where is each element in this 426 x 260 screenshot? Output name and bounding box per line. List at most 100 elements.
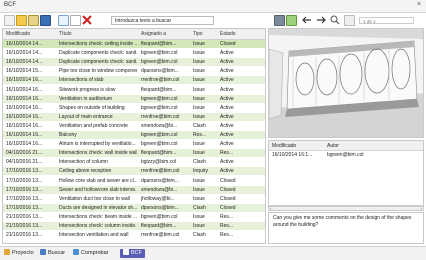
tab-comprobar[interactable]: Comprobar xyxy=(73,249,109,258)
add-viewpoint-icon[interactable] xyxy=(286,15,297,26)
save-icon[interactable] xyxy=(40,15,51,26)
window-title: BCF xyxy=(4,2,16,8)
arrow-right-icon[interactable] xyxy=(316,16,326,24)
table-row[interactable]: 04/10/2016 21... Intersection of column bg… xyxy=(3,158,265,166)
table-row[interactable]: 16/10/2014 16... Sitework progress is slo… xyxy=(3,86,265,94)
cell-title: Intersection ventilation and wall xyxy=(59,232,129,239)
table-row[interactable]: 17/10/2016 13... Ceiling above reception r… xyxy=(3,167,265,176)
column-header-modified[interactable]: Modificado xyxy=(6,31,30,37)
cell-type: Clash xyxy=(193,204,206,211)
cell-title: Ventilation in auditorium xyxy=(59,95,113,102)
cell-modified: 16/10/2014 16... xyxy=(6,104,43,111)
cell-modified: 17/10/2016 13... xyxy=(6,186,43,193)
column-header-status[interactable]: Estado xyxy=(220,31,236,37)
cell-type: Issue xyxy=(193,213,205,220)
table-row[interactable]: 17/10/2016 13... Ventilation duct too clo… xyxy=(3,195,265,203)
cell-assigned: bgreen@bim.col xyxy=(141,104,178,111)
comment-author: bgreen@bim.col xyxy=(327,152,364,158)
table-row[interactable]: 21/10/2016 13... Intersection ventilation… xyxy=(3,231,265,239)
cell-title: Balcony xyxy=(59,132,77,138)
search-input[interactable]: Introduzca texto a buscar xyxy=(111,16,214,25)
cell-assigned: dparsons@bim... xyxy=(141,204,179,211)
comments-scrollbar[interactable]: ‹ › xyxy=(268,206,424,211)
table-row[interactable]: 16/10/2014 16... Ventilation in auditoriu… xyxy=(3,94,265,103)
edit-icon[interactable] xyxy=(70,15,81,26)
cell-assigned: jholloway@bi... xyxy=(141,195,175,202)
cell-modified: 16/10/2014 14... xyxy=(6,50,43,57)
open-folder-alt-icon[interactable] xyxy=(28,15,39,26)
cell-status: Closed xyxy=(220,186,236,193)
table-row[interactable]: 16/10/2014 16... Layout of main entrance r… xyxy=(3,112,265,121)
table-row[interactable]: 16/10/2014 15... Pipe too close to window… xyxy=(3,67,265,75)
delete-icon[interactable] xyxy=(82,15,92,25)
cell-title: Ventilation duct too close to wall xyxy=(59,195,130,202)
cell-title: Duplicate components check: sanit... xyxy=(59,59,137,66)
table-row[interactable]: 16/10/2014 16... Balcony bgreen@bim.col Res… xyxy=(3,131,265,139)
cell-type: Issue xyxy=(193,68,205,75)
cell-title: Ventilation and prefab concrete xyxy=(59,122,128,129)
cell-modified: 16/10/2014 16... xyxy=(6,95,43,102)
comment-row[interactable]: 16/10/2014 16:1... bgreen@bim.col xyxy=(269,151,423,159)
refresh-icon[interactable] xyxy=(58,15,69,26)
cell-assigned: dparsons@bim... xyxy=(141,68,179,75)
cell-modified: 16/10/2014 16... xyxy=(6,132,43,138)
new-file-icon[interactable] xyxy=(4,15,15,26)
column-header-type[interactable]: Tipo xyxy=(193,31,203,37)
close-icon[interactable]: × xyxy=(417,1,421,8)
cell-status: Active xyxy=(220,113,234,120)
tab-bcf[interactable]: BCF xyxy=(120,249,145,258)
project-icon xyxy=(4,249,10,255)
table-row[interactable]: 04/10/2016 21... Intersections check: wal… xyxy=(3,149,265,158)
cell-status: Active xyxy=(220,50,234,57)
cell-type: Issue xyxy=(193,41,205,47)
scroll-right-icon[interactable]: › xyxy=(421,207,422,211)
cell-status: Closed xyxy=(220,204,236,211)
arrow-left-icon[interactable] xyxy=(302,16,312,24)
cell-modified: 16/10/2014 14... xyxy=(6,41,43,47)
table-row[interactable]: 16/10/2014 16... Atrium is interrupted by… xyxy=(3,140,265,148)
cell-title: Ceiling above reception xyxy=(59,168,112,175)
cell-assigned: bgreen@bim.col xyxy=(141,141,178,148)
table-row[interactable]: 16/10/2014 14... Duplicate components che… xyxy=(3,49,265,57)
table-row[interactable]: 17/10/2016 13... Sewer and hollowcore sla… xyxy=(3,185,265,194)
table-row[interactable]: 21/10/2016 13... Intersections check: col… xyxy=(3,222,265,230)
comments-column-author[interactable]: Autor xyxy=(327,143,339,149)
cell-assigned: dparsons@bim... xyxy=(141,177,179,184)
cell-status: Active xyxy=(220,86,234,93)
cell-type: Issue xyxy=(193,195,205,202)
table-row[interactable]: 16/10/2014 16... Intersections of slab rre… xyxy=(3,76,265,85)
table-row[interactable]: 16/10/2014 16... Shapes on outside of bui… xyxy=(3,104,265,112)
cell-type: Issue xyxy=(193,113,205,120)
comments-column-modified[interactable]: Modificado xyxy=(272,143,296,149)
tab-proyecto[interactable]: Proyecto xyxy=(4,249,34,258)
cell-title: Intersection of column xyxy=(59,159,108,166)
cell-modified: 16/10/2014 15... xyxy=(6,68,43,75)
tab-buscar[interactable]: Buscar xyxy=(40,249,65,258)
bcf-icon xyxy=(123,249,129,255)
zoom-icon[interactable] xyxy=(330,15,340,25)
table-row[interactable]: 21/10/2016 13... Intersections check: bea… xyxy=(3,213,265,221)
cell-type: Issue xyxy=(193,141,205,148)
table-row[interactable]: 16/10/2014 14... Duplicate components che… xyxy=(3,58,265,67)
cell-title: Duplicate components check: sanit... xyxy=(59,50,137,57)
table-row[interactable]: 16/10/2014 14... Intersections check: cei… xyxy=(3,40,265,48)
cell-assigned: rrenfroe@bim.col xyxy=(141,113,180,120)
column-header-assigned[interactable]: Asignado a xyxy=(141,31,166,37)
scroll-left-icon[interactable]: ‹ xyxy=(270,207,271,211)
table-row[interactable]: 17/10/2016 13... Hollow core slab and sew… xyxy=(3,177,265,185)
cell-status: Active xyxy=(220,68,234,75)
column-header-title[interactable]: Título xyxy=(59,31,72,37)
cell-assigned: rrenfroe@bim.col xyxy=(141,168,180,175)
table-row[interactable]: 16/10/2014 16... Ventilation and prefab c… xyxy=(3,122,265,130)
cell-status: Active xyxy=(220,141,234,148)
camera-icon[interactable] xyxy=(274,15,285,26)
tab-comprobar-label: Comprobar xyxy=(81,250,109,256)
page-icon[interactable] xyxy=(344,15,355,26)
open-folder-icon[interactable] xyxy=(16,15,27,26)
cell-modified: 16/10/2014 16... xyxy=(6,77,43,84)
table-row[interactable]: 17/10/2016 13... Ducts are designed in el… xyxy=(3,203,265,212)
check-icon xyxy=(73,249,79,255)
cell-type: Issue xyxy=(193,86,205,93)
cell-modified: 17/10/2016 13... xyxy=(6,177,43,184)
comment-text[interactable]: Can you give me some comments on the des… xyxy=(268,212,424,244)
